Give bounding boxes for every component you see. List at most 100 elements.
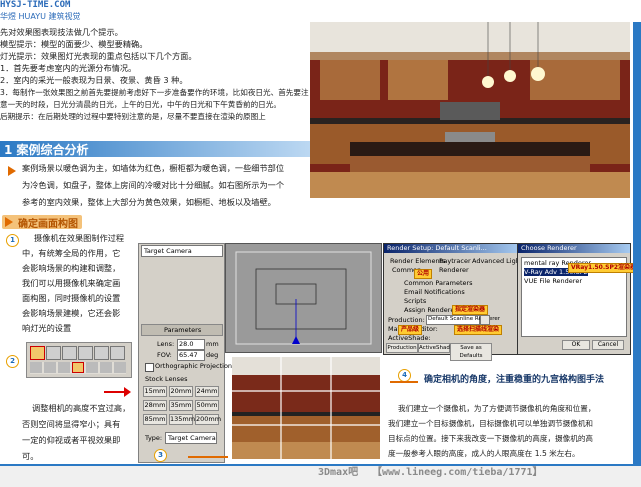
step1-line: 摄像机在效果图制作过程 (34, 233, 125, 243)
camera-parameters-panel: Target Camera Parameters Lens: 28.0 mm F… (138, 243, 232, 463)
motion-tab-icon[interactable] (78, 346, 93, 360)
utilities-tab-icon[interactable] (110, 346, 125, 360)
cancel-button[interactable]: Cancel (592, 340, 624, 350)
camera-type-select[interactable]: Target Camera (165, 432, 217, 444)
lens-20mm-button[interactable]: 20mm (169, 386, 193, 397)
step3-pointer-line (188, 456, 228, 458)
intro-line: 模型提示：模型的面要少、模型要精确。 (0, 39, 148, 49)
cameras-icon[interactable] (72, 362, 84, 373)
object-name-field[interactable]: Target Camera (141, 245, 223, 257)
intro-line: 灯光提示：效果图灯光表现的重点包括以下几个方面。 (0, 51, 197, 61)
brand-name: 华煜 HUAYU 建筑视觉 (0, 12, 81, 21)
rollout-title: Parameters (164, 326, 202, 334)
orthographic-label: Orthographic Projection (155, 362, 233, 370)
lens-label: Lens: (157, 340, 175, 348)
step1-line: 响灯光的设置 (22, 323, 72, 333)
tab-render-elements[interactable]: Render Elements (390, 257, 446, 265)
shapes-icon[interactable] (44, 362, 56, 373)
geometry-icon[interactable] (30, 362, 42, 373)
camera-type-value: Target Camera (168, 434, 216, 442)
camera-view-render-image (232, 357, 380, 459)
modify-tab-icon[interactable] (46, 346, 61, 360)
production-button[interactable]: Production (386, 343, 418, 353)
lens-200mm-button[interactable]: 200mm (195, 414, 221, 425)
step1-line: 我们可以用摄像机来确定画 (22, 278, 121, 288)
step1-line: 会影响场景建模，它还会影 (22, 308, 121, 318)
case-line: 参考的室内效果，整体上大部分为黄色效果，如橱柜、地板以及墙壁。 (22, 197, 276, 207)
closing-line: 度一般参考人眼的高度，成人的人眼高度在 1.5 米左右。 (388, 449, 580, 458)
choose-renderer-button[interactable] (480, 315, 490, 325)
callout-assign-renderer: 指定渲染器 (452, 305, 489, 315)
pointer-arrow-icon (124, 387, 131, 397)
create-panel-toolbar (26, 342, 132, 378)
intro-line: 3．每制作一张效果图之前首先要提前考虑好下一步准备要作的环境，比如夜日光、首先要… (0, 88, 309, 97)
create-tab-icon[interactable] (30, 346, 45, 360)
email-notifications-rollout[interactable]: Email Notifications (404, 288, 465, 296)
fov-unit: deg (206, 351, 219, 359)
activeshade-label: ActiveShade: (388, 334, 431, 342)
step-number-badge: 3 (154, 449, 167, 462)
lens-35mm-button[interactable]: 35mm (169, 400, 193, 411)
scripts-rollout[interactable]: Scripts (404, 297, 426, 305)
renderer-item[interactable]: VUE File Renderer (524, 277, 582, 285)
lights-icon[interactable] (58, 362, 70, 373)
fov-label: FOV: (157, 351, 172, 359)
choose-renderer-dialog: Choose Renderer mental ray Renderer V-Ra… (517, 243, 640, 355)
subsection-title: 确定画面构图 (18, 219, 78, 230)
intro-line: 先对效果图表现技法做几个提示。 (0, 27, 123, 37)
footer-watermark-url[interactable]: 【www.lineeg.com/tieba/1771】 (372, 463, 543, 478)
save-as-defaults-button[interactable]: Save as Defaults (450, 343, 492, 361)
step-number-badge: 1 (6, 234, 19, 247)
object-category-row (30, 362, 126, 374)
step1-line: 中，有统筹全局的作用，它 (22, 248, 121, 258)
case-line: 为冷色调，如盘子，整体上房间的冷暖对比十分细腻。如右图所示为一个 (22, 180, 285, 190)
lens-28mm-button[interactable]: 28mm (143, 400, 167, 411)
callout-vray: VRay1.50.SP2渲染器 (568, 263, 640, 273)
spacewarps-icon[interactable] (100, 362, 112, 373)
ok-button[interactable]: OK (562, 340, 590, 350)
callout-production: 产品级 (398, 325, 423, 335)
parameters-rollout[interactable]: Parameters (141, 324, 223, 336)
hierarchy-tab-icon[interactable] (62, 346, 77, 360)
stock-lenses-label: Stock Lenses (145, 375, 188, 383)
fov-value: 65.47 (179, 351, 198, 359)
pointer-arrow-line (104, 391, 126, 393)
production-renderer-field[interactable]: Default Scanline Renderer (426, 315, 500, 325)
lens-input[interactable]: 28.0 (177, 339, 205, 350)
step1-line: 面构图，同时摄像机的设置 (22, 293, 121, 303)
production-label: Production: (388, 316, 425, 324)
lens-85mm-button[interactable]: 85mm (143, 414, 167, 425)
step2-line: 调整相机的高度不宜过高， (32, 403, 131, 413)
intro-line: 后期提示：在后期处理的过程中要特别注意的是，尽量不要直接在渲染的原图上 (0, 112, 266, 121)
intro-line: 1．首先要考虑室内的光源分布情况。 (0, 63, 137, 73)
type-label: Type: (145, 434, 163, 442)
tab-renderer[interactable]: Renderer (439, 266, 469, 274)
lens-135mm-button[interactable]: 135mm (169, 414, 195, 425)
site-name: HYSJ-TIME.COM (0, 0, 71, 10)
render-setup-titlebar: Render Setup: Default Scanli... (384, 244, 520, 253)
closing-line: 我们建立一个摄像机，为了方便调节摄像机的角度和位置， (398, 404, 596, 413)
helpers-icon[interactable] (86, 362, 98, 373)
common-parameters-rollout[interactable]: Common Parameters (404, 279, 473, 287)
display-tab-icon[interactable] (94, 346, 109, 360)
fov-input[interactable]: 65.47 (177, 350, 205, 361)
step4-caption: 确定相机的角度，注重稳重的九宫格构图手法 (424, 375, 605, 385)
intro-line: 2．室内的采光一般表现为日景、夜景、黄昏 3 种。 (0, 75, 188, 85)
lens-50mm-button[interactable]: 50mm (195, 400, 219, 411)
top-viewport[interactable] (225, 243, 382, 353)
closing-line: 我们建立一个目标摄像机，目标摄像机可以单独调节摄像机和 (388, 419, 594, 428)
systems-icon[interactable] (114, 362, 126, 373)
section-title: 1 案例综合分析 (4, 143, 89, 157)
edge-strip (633, 22, 641, 464)
lens-value: 28.0 (179, 340, 194, 348)
activeshade-button[interactable]: ActiveShade (418, 343, 453, 353)
assign-renderer-rollout[interactable]: Assign Renderer (404, 306, 457, 314)
tab-raytracer[interactable]: Raytracer (439, 257, 471, 265)
step4-pointer-line (390, 381, 418, 383)
callout-common: 公用 (414, 269, 433, 279)
step2-line: 一定的仰视或者平视效果即 (22, 435, 121, 445)
orthographic-checkbox[interactable] (145, 363, 154, 372)
lens-15mm-button[interactable]: 15mm (143, 386, 167, 397)
lens-24mm-button[interactable]: 24mm (195, 386, 219, 397)
step2-line: 可。 (22, 451, 39, 461)
